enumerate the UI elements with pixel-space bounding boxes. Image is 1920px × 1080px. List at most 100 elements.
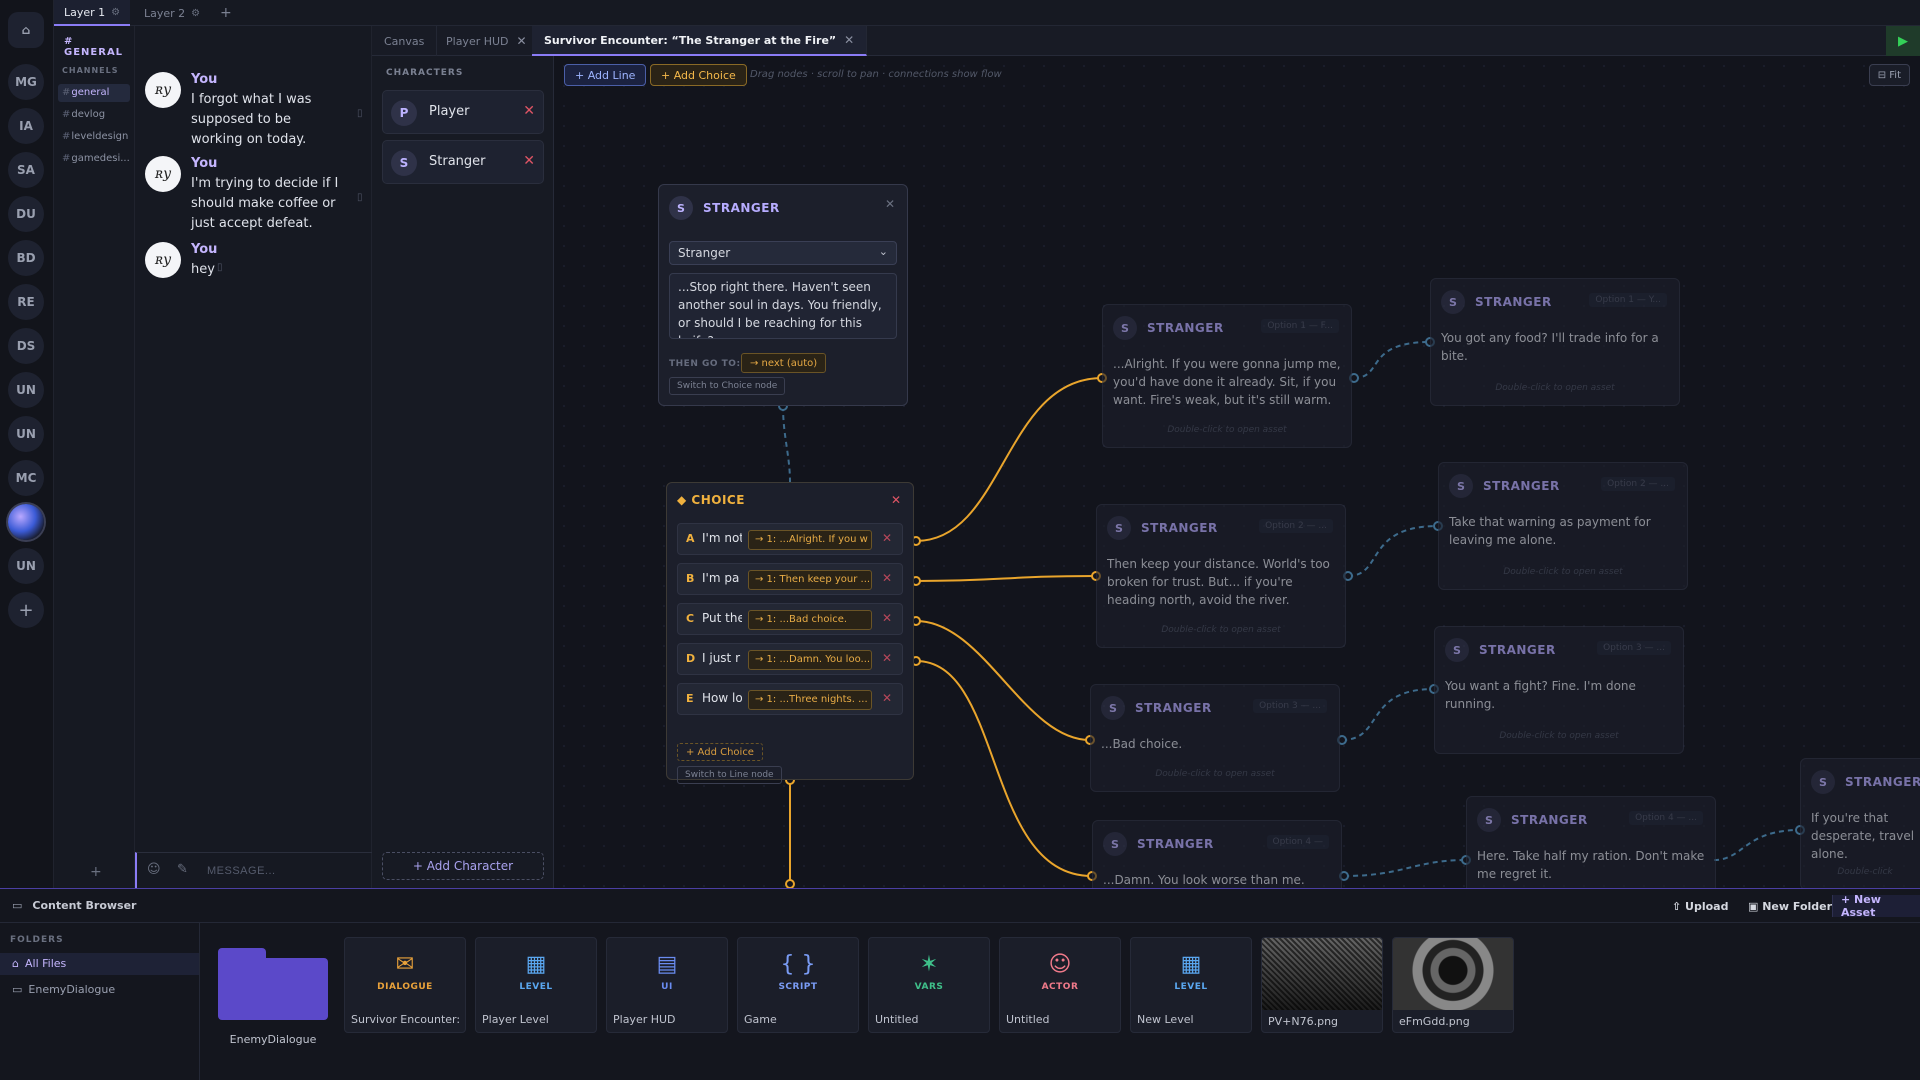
close-icon[interactable]: ✕ bbox=[891, 493, 901, 507]
close-icon[interactable]: ✕ bbox=[517, 34, 527, 48]
server-avatar[interactable] bbox=[8, 504, 44, 540]
folder-item-all-files[interactable]: ⌂ All Files bbox=[0, 953, 199, 975]
home-button[interactable]: ⌂ bbox=[8, 12, 44, 48]
server-icon[interactable]: BD bbox=[8, 240, 44, 276]
server-icon[interactable]: MC bbox=[8, 460, 44, 496]
response-node[interactable]: S STRANGER Option 1 — Y... You got any fo… bbox=[1430, 278, 1680, 406]
choice-option[interactable]: E How lo → 1: ...Three nights. ... ✕ bbox=[677, 683, 903, 715]
new-asset-button[interactable]: + New Asset bbox=[1832, 893, 1920, 919]
response-node[interactable]: S STRANGER If you're that desperate, trav… bbox=[1800, 758, 1920, 888]
response-node[interactable]: S STRANGER Option 1 — F... ...Alright. If… bbox=[1102, 304, 1352, 448]
close-icon[interactable]: ✕ bbox=[882, 531, 892, 545]
asset-tile-actor[interactable]: ☺ ACTOR Untitled bbox=[999, 937, 1121, 1033]
attach-icon[interactable]: ✎ bbox=[177, 862, 188, 877]
choice-node[interactable]: ◆ CHOICE ✕ A I'm not → 1: ...Alright. If y… bbox=[666, 482, 914, 784]
character-row[interactable]: S Stranger ✕ bbox=[382, 140, 544, 184]
close-icon[interactable]: ✕ bbox=[885, 197, 895, 211]
close-icon[interactable]: ✕ bbox=[523, 103, 535, 119]
next-target-button[interactable]: → next (auto) bbox=[741, 353, 827, 373]
response-node[interactable]: S STRANGER Option 3 — ... ...Bad choice. … bbox=[1090, 684, 1340, 792]
message-input[interactable] bbox=[207, 859, 357, 883]
trash-icon[interactable]: ▯ bbox=[357, 108, 363, 119]
server-icon[interactable]: RE bbox=[8, 284, 44, 320]
response-node[interactable]: S STRANGER Option 4 — ... Here. Take half… bbox=[1466, 796, 1716, 888]
close-icon[interactable]: ✕ bbox=[523, 153, 535, 169]
dialogue-canvas[interactable]: + Add Line + Add Choice Drag nodes · scr… bbox=[554, 56, 1920, 888]
asset-tile-level[interactable]: ▦ LEVEL Player Level bbox=[475, 937, 597, 1033]
server-icon[interactable]: UN bbox=[8, 372, 44, 408]
option-target[interactable]: → 1: ...Alright. If you w bbox=[748, 530, 872, 550]
asset-tile-level[interactable]: ▦ LEVEL New Level bbox=[1130, 937, 1252, 1033]
emoji-icon[interactable]: ☺ bbox=[147, 862, 161, 877]
response-node[interactable]: S STRANGER Option 3 — ... You want a figh… bbox=[1434, 626, 1684, 754]
character-row[interactable]: P Player ✕ bbox=[382, 90, 544, 134]
response-node[interactable]: S STRANGER Option 2 — ... Then keep your … bbox=[1096, 504, 1346, 648]
option-text[interactable]: I just r bbox=[702, 651, 742, 665]
option-target[interactable]: → 1: ...Bad choice. bbox=[748, 610, 872, 630]
tab-canvas[interactable]: Canvas bbox=[372, 26, 438, 56]
asset-tile-ui[interactable]: ▤ UI Player HUD bbox=[606, 937, 728, 1033]
settings-icon[interactable]: ⚙ bbox=[191, 8, 200, 19]
close-icon[interactable]: ✕ bbox=[844, 33, 854, 47]
response-node[interactable]: S STRANGER Option 4 — ...Damn. You look w… bbox=[1092, 820, 1342, 888]
channel-item-gamedesign[interactable]: #gamedesi... bbox=[58, 150, 130, 168]
new-folder-button[interactable]: ▣ New Folder bbox=[1740, 895, 1840, 917]
tab-player-hud[interactable]: Player HUD ✕ bbox=[434, 26, 540, 56]
channel-item-leveldesign[interactable]: #leveldesign bbox=[58, 128, 130, 146]
server-icon[interactable]: UN bbox=[8, 416, 44, 452]
server-icon[interactable]: DS bbox=[8, 328, 44, 364]
fit-button[interactable]: ⊟ Fit bbox=[1868, 64, 1910, 86]
server-icon[interactable]: IA bbox=[8, 108, 44, 144]
upload-button[interactable]: ⇧ Upload bbox=[1664, 895, 1736, 917]
speaker-select[interactable]: Stranger ⌄ bbox=[669, 241, 897, 265]
folder-tile[interactable] bbox=[218, 946, 328, 1028]
choice-option[interactable]: A I'm not → 1: ...Alright. If you w ✕ bbox=[677, 523, 903, 555]
channel-item-devlog[interactable]: #devlog bbox=[58, 106, 130, 124]
trash-icon[interactable]: ▯ bbox=[217, 262, 223, 273]
choice-option[interactable]: D I just r → 1: ...Damn. You loo... ✕ bbox=[677, 643, 903, 675]
trash-icon[interactable]: ▯ bbox=[357, 192, 363, 203]
layer-tab-1[interactable]: Layer 1 ⚙ bbox=[54, 0, 131, 26]
add-server-button[interactable]: + bbox=[8, 592, 44, 628]
play-button[interactable]: ▶ bbox=[1886, 26, 1920, 56]
asset-tile-vars[interactable]: ✶ VARS Untitled bbox=[868, 937, 990, 1033]
close-icon[interactable]: ✕ bbox=[882, 611, 892, 625]
switch-to-line-button[interactable]: Switch to Line node bbox=[677, 766, 782, 784]
switch-to-choice-button[interactable]: Switch to Choice node bbox=[669, 377, 786, 395]
server-icon[interactable]: SA bbox=[8, 152, 44, 188]
option-text[interactable]: I'm not bbox=[702, 531, 742, 545]
settings-icon[interactable]: ⚙ bbox=[111, 7, 120, 18]
server-icon[interactable]: UN bbox=[8, 548, 44, 584]
add-line-button[interactable]: + Add Line bbox=[564, 64, 647, 86]
asset-kind: VARS bbox=[914, 982, 944, 992]
option-text[interactable]: Put the kni bbox=[702, 611, 742, 625]
choice-option[interactable]: B I'm pa → 1: Then keep your ... ✕ bbox=[677, 563, 903, 595]
add-layer-button[interactable]: + bbox=[220, 0, 232, 26]
server-icon[interactable]: MG bbox=[8, 64, 44, 100]
close-icon[interactable]: ✕ bbox=[882, 651, 892, 665]
close-icon[interactable]: ✕ bbox=[882, 691, 892, 705]
asset-tile-dialogue[interactable]: ✉ DIALOGUE Survivor Encounter: ... bbox=[344, 937, 466, 1033]
channel-item-general[interactable]: #general bbox=[58, 84, 130, 102]
option-target[interactable]: → 1: ...Three nights. ... bbox=[748, 690, 872, 710]
response-node[interactable]: S STRANGER Option 2 — ... Take that warni… bbox=[1438, 462, 1688, 590]
layer-tab-2[interactable]: Layer 2 ⚙ bbox=[134, 0, 210, 26]
add-character-button[interactable]: + Add Character bbox=[382, 852, 544, 880]
image-tile[interactable]: PV+N76.png bbox=[1261, 937, 1383, 1033]
close-icon[interactable]: ✕ bbox=[882, 571, 892, 585]
add-channel-button[interactable]: + bbox=[90, 864, 102, 880]
asset-tile-script[interactable]: { } SCRIPT Game bbox=[737, 937, 859, 1033]
server-icon[interactable]: DU bbox=[8, 196, 44, 232]
choice-option[interactable]: C Put the kni → 1: ...Bad choice. ✕ bbox=[677, 603, 903, 635]
option-target[interactable]: → 1: Then keep your ... bbox=[748, 570, 872, 590]
add-choice-button[interactable]: + Add Choice bbox=[650, 64, 747, 86]
tab-survivor-encounter[interactable]: Survivor Encounter: “The Stranger at the… bbox=[532, 26, 868, 56]
option-text[interactable]: How lo bbox=[702, 691, 742, 705]
folder-item-enemydialogue[interactable]: ▭ EnemyDialogue bbox=[0, 979, 199, 1001]
line-node[interactable]: S STRANGER ✕ Stranger ⌄ THEN GO TO: → nex… bbox=[658, 184, 908, 406]
add-choice-option-button[interactable]: + Add Choice bbox=[677, 743, 763, 761]
image-tile[interactable]: eFmGdd.png bbox=[1392, 937, 1514, 1033]
option-target[interactable]: → 1: ...Damn. You loo... bbox=[748, 650, 872, 670]
option-text[interactable]: I'm pa bbox=[702, 571, 742, 585]
line-text-input[interactable] bbox=[669, 273, 897, 339]
